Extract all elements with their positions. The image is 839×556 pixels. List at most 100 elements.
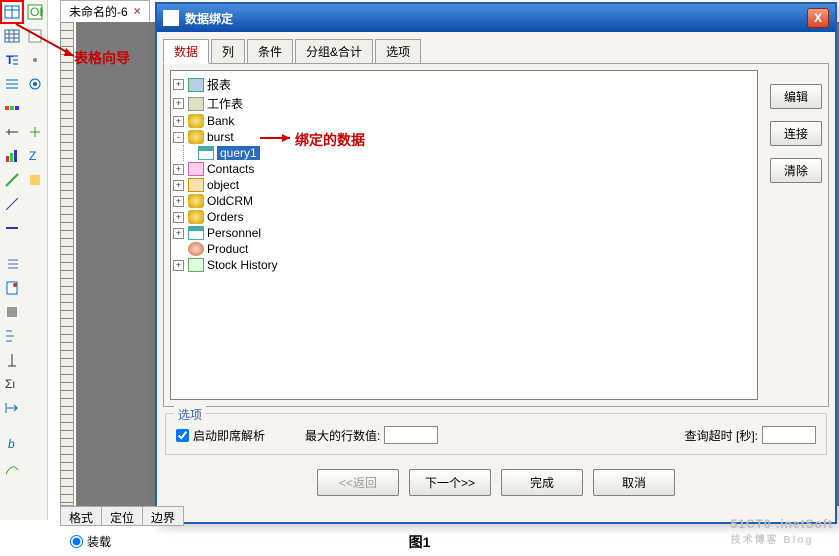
ic-db-icon (188, 130, 204, 144)
bookmark-tool[interactable] (0, 276, 24, 300)
data-binding-dialog: 数据绑定 X 数据 列 条件 分组&合计 选项 +报表+工作表+Bank-bur… (155, 2, 837, 524)
svg-text:OK: OK (30, 5, 43, 19)
svg-text:T: T (6, 53, 14, 67)
document-tab-close[interactable]: × (134, 4, 141, 18)
list-tool[interactable] (0, 72, 24, 96)
table-wizard-button[interactable] (0, 0, 24, 24)
tool-a5[interactable] (24, 96, 48, 120)
bottom-tab-format[interactable]: 格式 (60, 506, 102, 526)
chart-tool[interactable] (0, 144, 24, 168)
side-buttons: 编辑 连接 清除 (764, 64, 828, 406)
next-button[interactable]: 下一个>> (409, 469, 491, 496)
tree-toggle[interactable]: + (173, 79, 184, 90)
tree-node-label: Product (207, 242, 248, 256)
options-group: 选项 启动即席解析 最大的行数值: 查询超时 [秒]: (165, 413, 827, 455)
timeout-label: 查询超时 [秒]: (685, 426, 816, 444)
tree-toggle[interactable]: - (173, 132, 184, 143)
connect-button[interactable]: 连接 (770, 121, 822, 146)
ic-ws-icon (188, 97, 204, 111)
color-tool[interactable] (24, 168, 48, 192)
document-tab[interactable]: 未命名的-6 × (60, 0, 150, 22)
scissors-tool[interactable] (0, 120, 24, 144)
tree-toggle[interactable]: + (173, 212, 184, 223)
tree-node-label: Personnel (207, 226, 261, 240)
tab-columns[interactable]: 列 (211, 39, 245, 64)
hline-tool[interactable] (0, 216, 24, 240)
left-toolbar: OK T Z Σι b (0, 0, 48, 520)
tree-toggle[interactable]: + (173, 164, 184, 175)
tree-toggle[interactable]: + (173, 98, 184, 109)
tree-node[interactable]: + Orders (173, 209, 755, 225)
tree-child-node[interactable]: query1 (183, 145, 755, 161)
ic-db-icon (188, 210, 204, 224)
tree-node[interactable]: + Personnel (173, 225, 755, 241)
dialog-titlebar[interactable]: 数据绑定 X (157, 4, 835, 32)
sigma-tool[interactable]: Σι (0, 372, 24, 396)
ic-report-icon (188, 78, 204, 92)
anchor-tool[interactable] (0, 348, 24, 372)
tab-options[interactable]: 选项 (375, 39, 421, 64)
tree-node[interactable]: +报表 (173, 75, 755, 94)
dialog-close-button[interactable]: X (807, 8, 829, 28)
tool-a3[interactable] (24, 48, 48, 72)
tab-conditions[interactable]: 条件 (247, 39, 293, 64)
link-tool[interactable]: Z (24, 144, 48, 168)
brush-tool[interactable] (0, 168, 24, 192)
svg-text:Z: Z (29, 149, 36, 163)
tree-toggle[interactable]: + (173, 260, 184, 271)
tree-node[interactable]: -burst (173, 129, 755, 145)
misc-tool-1[interactable] (0, 300, 24, 324)
ok-stamp-button[interactable]: OK (24, 0, 47, 24)
cancel-button[interactable]: 取消 (593, 469, 675, 496)
plus-tool[interactable] (24, 120, 48, 144)
indent-tool[interactable] (0, 252, 24, 276)
ic-stock-icon (188, 258, 204, 272)
palette-tool[interactable] (0, 96, 24, 120)
tab-data[interactable]: 数据 (163, 39, 209, 64)
ic-contacts-icon (188, 162, 204, 176)
clear-button[interactable]: 清除 (770, 158, 822, 183)
tree-node-label: 工作表 (207, 95, 243, 112)
options-legend: 选项 (174, 406, 206, 423)
tree-node-label: Orders (207, 210, 244, 224)
back-button[interactable]: <<返回 (317, 469, 399, 496)
line-tool[interactable] (0, 192, 24, 216)
figure-label: 图1 (0, 532, 839, 552)
tool-a2[interactable] (24, 24, 48, 48)
adhoc-checkbox[interactable] (176, 429, 189, 442)
tree-node[interactable]: +object (173, 177, 755, 193)
dialog-title: 数据绑定 (185, 10, 233, 27)
edit-button[interactable]: 编辑 (770, 84, 822, 109)
dialog-buttons: <<返回 下一个>> 完成 取消 (157, 461, 835, 502)
flag-tool[interactable]: b (0, 432, 24, 456)
tree-node[interactable]: +Stock History (173, 257, 755, 273)
watermark: 51CT0 .inetSoft 技术博客 Blog (731, 515, 833, 546)
tree-node[interactable]: + 工作表 (173, 94, 755, 113)
expand-tool[interactable] (0, 396, 24, 420)
tree-node[interactable]: +Bank (173, 113, 755, 129)
spacing-tool[interactable] (0, 324, 24, 348)
tree-node[interactable]: +OldCRM (173, 193, 755, 209)
tree-toggle[interactable]: + (173, 116, 184, 127)
radio-tool[interactable] (24, 72, 48, 96)
timeout-input[interactable] (762, 426, 816, 444)
adhoc-checkbox-label[interactable]: 启动即席解析 (176, 427, 265, 444)
dialog-tabs: 数据 列 条件 分组&合计 选项 (163, 38, 829, 63)
tree-toggle[interactable]: + (173, 180, 184, 191)
vertical-ruler (60, 22, 74, 506)
ic-obj-icon (188, 178, 204, 192)
finish-button[interactable]: 完成 (501, 469, 583, 496)
bottom-tab-border[interactable]: 边界 (142, 506, 184, 526)
curve-tool[interactable] (0, 456, 24, 480)
grid-button[interactable] (0, 24, 24, 48)
tab-group-total[interactable]: 分组&合计 (295, 39, 373, 64)
bottom-tab-position[interactable]: 定位 (101, 506, 143, 526)
annotation-bound-data: 绑定的数据 (295, 130, 365, 150)
text-tool[interactable]: T (0, 48, 24, 72)
tree-node[interactable]: +Product (173, 241, 755, 257)
data-source-tree[interactable]: +报表+工作表+Bank-burstquery1+Contacts+object… (170, 70, 758, 400)
tree-toggle[interactable]: + (173, 228, 184, 239)
tree-node[interactable]: +Contacts (173, 161, 755, 177)
tree-toggle[interactable]: + (173, 196, 184, 207)
max-rows-input[interactable] (384, 426, 438, 444)
